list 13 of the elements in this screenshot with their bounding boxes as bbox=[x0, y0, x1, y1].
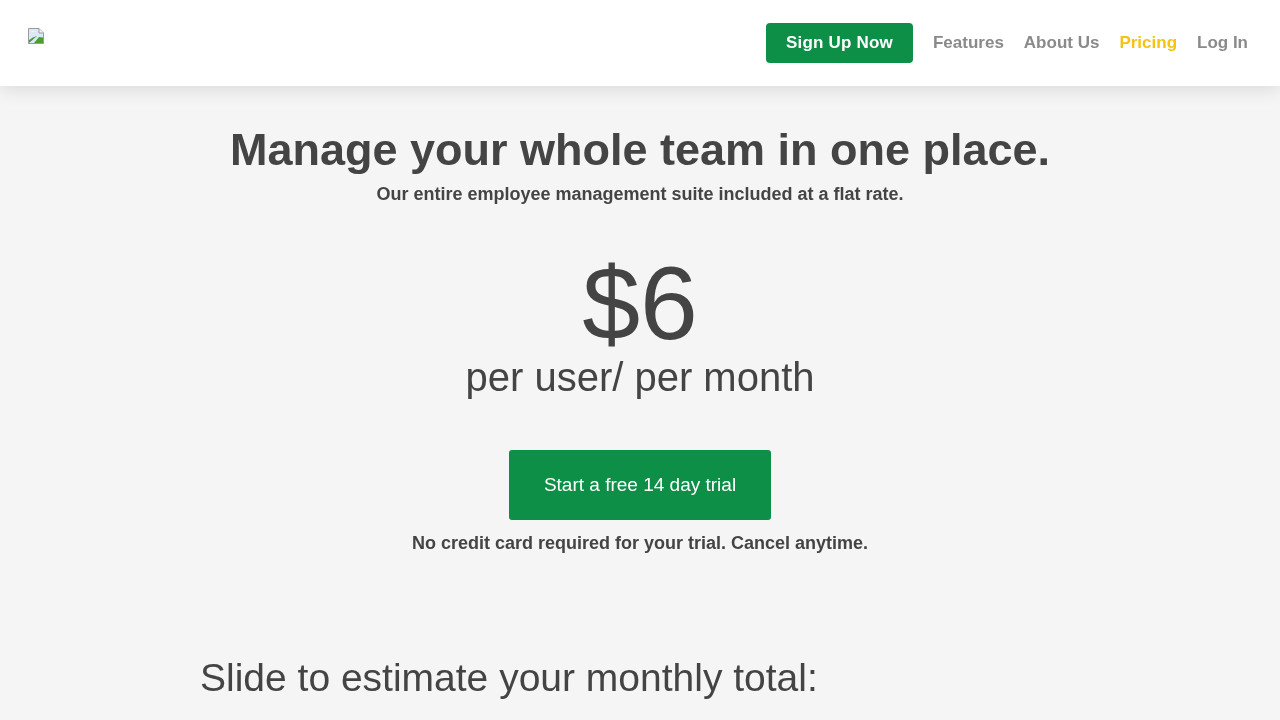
nav-link[interactable]: Log In bbox=[1197, 33, 1248, 53]
nav-link[interactable]: Features bbox=[932, 33, 1004, 53]
free-trial-button[interactable]: Start a free 14 day trial bbox=[509, 450, 771, 520]
trial-note: No credit card required for your trial. Cancel anytime. bbox=[411, 532, 869, 554]
hero-subtitle: Our entire employee management suite included at a flat rate. bbox=[376, 183, 904, 205]
hero-title: Manage your whole team in one place. bbox=[229, 123, 1051, 177]
estimator-heading: Slide to estimate your monthly total: bbox=[200, 655, 819, 701]
broken-image-icon bbox=[28, 28, 44, 44]
logo-link[interactable] bbox=[28, 28, 44, 44]
price: $6 bbox=[582, 253, 698, 353]
nav-link[interactable]: About Us bbox=[1023, 33, 1100, 53]
price-unit: per user/ per month bbox=[465, 355, 815, 399]
sign-up-button[interactable]: Sign Up Now bbox=[765, 23, 913, 63]
